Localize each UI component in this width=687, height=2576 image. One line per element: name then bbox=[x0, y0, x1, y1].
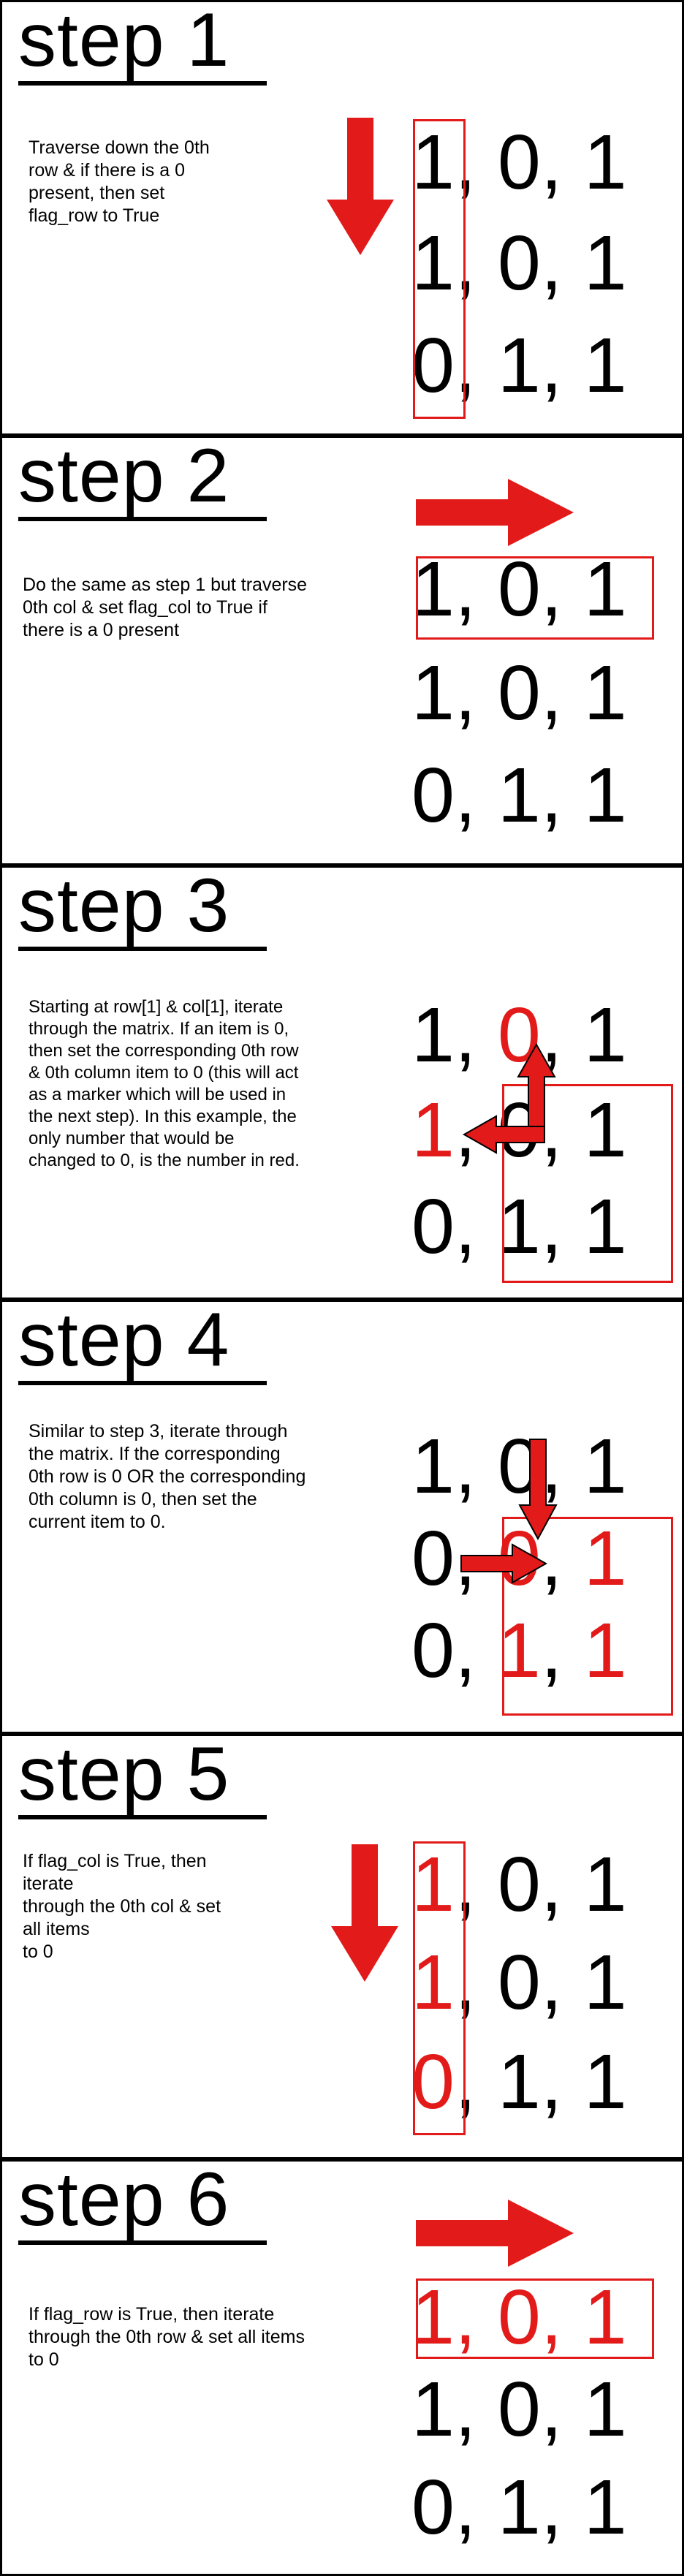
matrix-cell: 0 bbox=[497, 2366, 541, 2452]
title-underline bbox=[18, 81, 267, 86]
matrix-row: 1, 0, 1 bbox=[411, 2366, 627, 2452]
title-underline bbox=[18, 517, 267, 521]
matrix-cell: 1 bbox=[583, 650, 627, 736]
matrix-cell: 1 bbox=[583, 1423, 627, 1509]
step-3-panel: step 3 Starting at row[1] & col[1], iter… bbox=[0, 865, 684, 1300]
matrix-cell: 1 bbox=[583, 1841, 627, 1928]
column-highlight-box bbox=[413, 119, 466, 419]
matrix-cell: 1 bbox=[583, 752, 627, 838]
row-highlight-box bbox=[416, 2278, 654, 2359]
title-underline bbox=[18, 1381, 267, 1385]
matrix-cell: 1 bbox=[583, 992, 627, 1078]
matrix-cell: 0 bbox=[411, 1515, 455, 1602]
step-1-panel: step 1 Traverse down the 0th row & if th… bbox=[0, 0, 684, 436]
matrix-cell: 1 bbox=[583, 322, 627, 409]
matrix-cell: 0 bbox=[411, 1183, 455, 1270]
down-arrow-icon bbox=[327, 118, 394, 255]
matrix-cell: 1 bbox=[583, 1939, 627, 2026]
right-arrow-icon bbox=[416, 479, 574, 546]
step-title: step 2 bbox=[18, 433, 230, 518]
matrix-cell: 0 bbox=[411, 1607, 455, 1694]
matrix-cell: 0 bbox=[497, 220, 541, 306]
step-4-panel: step 4 Similar to step 3, iterate throug… bbox=[0, 1300, 684, 1734]
step-5-panel: step 5 If flag_col is True, then iterate… bbox=[0, 1734, 684, 2159]
matrix-cell: 0 bbox=[411, 2464, 455, 2550]
matrix-cell: 0 bbox=[497, 1939, 541, 2026]
title-underline bbox=[18, 947, 267, 951]
matrix-cell-marked: 1 bbox=[411, 1087, 455, 1173]
step-description: If flag_col is True, then iterate throug… bbox=[23, 1851, 221, 1962]
title-underline bbox=[18, 1815, 267, 1819]
matrix-cell: 1 bbox=[583, 2039, 627, 2125]
matrix-cell: 1 bbox=[497, 2039, 541, 2125]
matrix-row: 1, 0, 1 bbox=[411, 650, 627, 736]
step-title: step 5 bbox=[18, 1732, 230, 1817]
matrix-cell: 1 bbox=[497, 752, 541, 838]
step-title: step 4 bbox=[18, 1298, 230, 1382]
matrix-cell: 0 bbox=[497, 650, 541, 736]
matrix-row: 0, 1, 1 bbox=[411, 2464, 627, 2550]
step-title: step 3 bbox=[18, 863, 230, 948]
matrix-cell: 0 bbox=[497, 119, 541, 205]
down-arrow-icon bbox=[518, 1439, 558, 1541]
row-highlight-box bbox=[416, 556, 654, 640]
step-2-panel: step 2 Do the same as step 1 but travers… bbox=[0, 436, 684, 865]
right-arrow-icon bbox=[460, 1543, 548, 1584]
right-arrow-icon bbox=[416, 2200, 574, 2267]
step-description: Starting at row[1] & col[1], iterate thr… bbox=[29, 997, 300, 1170]
matrix-cell: 1 bbox=[411, 650, 455, 736]
matrix-row: 0, 1, 1 bbox=[411, 752, 627, 838]
matrix-cell: 1 bbox=[583, 2366, 627, 2452]
matrix-cell: 1 bbox=[497, 2464, 541, 2550]
column-highlight-box bbox=[413, 1841, 466, 2135]
matrix-cell: 0 bbox=[411, 752, 455, 838]
step-title: step 6 bbox=[18, 2157, 230, 2242]
step-description: Similar to step 3, iterate through the m… bbox=[29, 1421, 306, 1532]
matrix-cell: 0 bbox=[497, 1841, 541, 1928]
matrix-cell: 1 bbox=[583, 2464, 627, 2550]
title-underline bbox=[18, 2240, 267, 2245]
step-description: Traverse down the 0th row & if there is … bbox=[29, 137, 210, 226]
step-description: Do the same as step 1 but traverse 0th c… bbox=[23, 575, 308, 640]
matrix-cell: 1 bbox=[411, 1423, 455, 1509]
matrix-cell: 1 bbox=[497, 322, 541, 409]
matrix-cell: 1 bbox=[583, 220, 627, 306]
step-description: If flag_row is True, then iterate throug… bbox=[29, 2304, 305, 2370]
step-6-panel: step 6 If flag_row is True, then iterate… bbox=[0, 2159, 684, 2576]
matrix-cell: 1 bbox=[411, 2366, 455, 2452]
matrix-cell: 1 bbox=[583, 119, 627, 205]
left-arrow-icon bbox=[462, 1115, 545, 1154]
step-title: step 1 bbox=[18, 0, 230, 83]
matrix-cell: 1 bbox=[411, 992, 455, 1078]
down-arrow-icon bbox=[331, 1844, 398, 1982]
